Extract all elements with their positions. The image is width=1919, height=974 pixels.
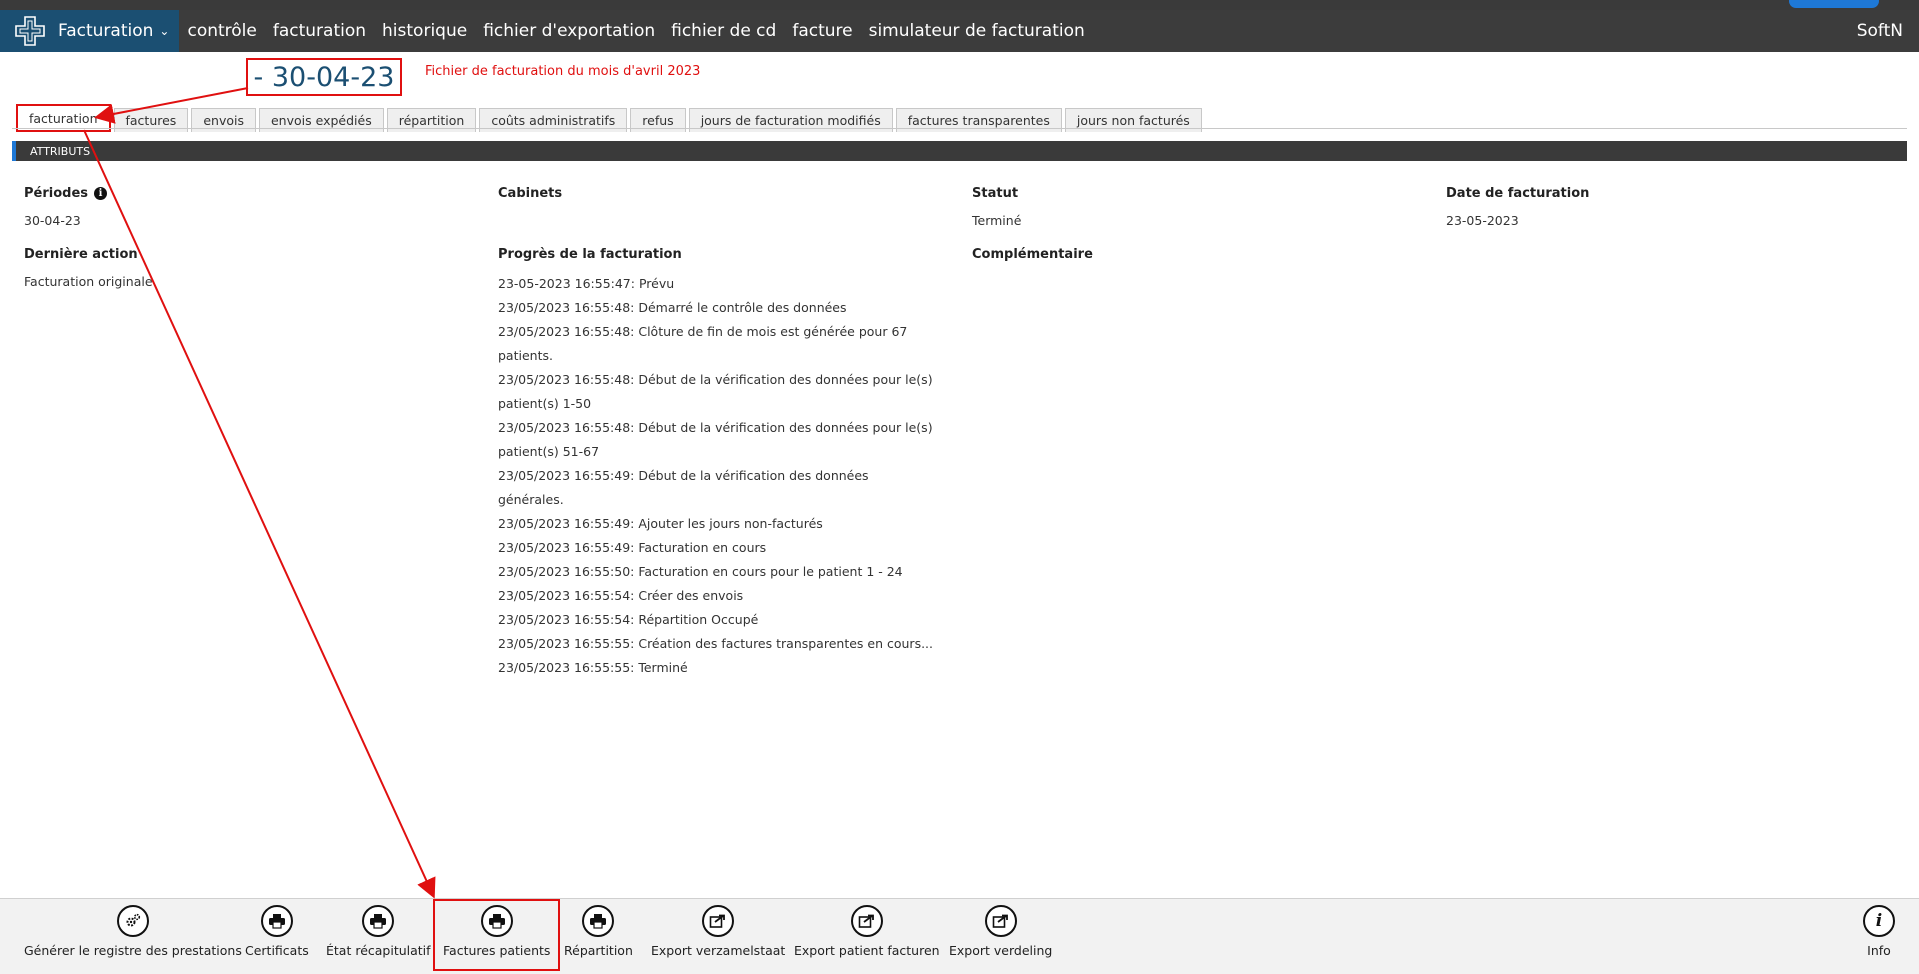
progress-log: 23-05-2023 16:55:47: Prévu 23/05/2023 16…	[498, 272, 938, 680]
footer-toolbar: Générer le registre des prestations Cert…	[0, 898, 1919, 974]
brand-label: Facturation	[58, 21, 154, 41]
page-title-date: - 30-04-23	[246, 58, 402, 96]
print-icon	[582, 905, 615, 937]
progress-entry: 23/05/2023 16:55:48: Démarré le contrôle…	[498, 300, 847, 315]
progress-entry: 23/05/2023 16:55:49: Facturation en cour…	[498, 540, 767, 555]
progress-entry: patient(s) 51-67	[498, 444, 600, 459]
derniere-action-label: Dernière action	[24, 247, 138, 262]
export-verzamelstaat-label: Export verzamelstaat	[651, 943, 786, 958]
user-menu[interactable]: SoftN	[1857, 10, 1903, 52]
app-logo-icon	[15, 16, 45, 46]
certificats-button[interactable]: Certificats	[245, 905, 309, 958]
progress-entry: 23/05/2023 16:55:55: Terminé	[498, 660, 688, 675]
date-facturation-label: Date de facturation	[1446, 186, 1590, 201]
nav-item-fichier-cd[interactable]: fichier de cd	[663, 21, 784, 41]
periodes-label: Périodes i	[24, 186, 108, 201]
nav-item-fichier-exportation[interactable]: fichier d'exportation	[475, 21, 663, 41]
etat-recapitulatif-button[interactable]: État récapitulatif	[326, 905, 431, 958]
export-verdeling-button[interactable]: Export verdeling	[949, 905, 1052, 958]
progress-entry: 23/05/2023 16:55:49: Début de la vérific…	[498, 468, 869, 507]
print-icon	[362, 905, 395, 937]
progress-entry: 23/05/2023 16:55:48: Clôture de fin de m…	[498, 324, 908, 363]
progress-entry: 23/05/2023 16:55:48: Début de la vérific…	[498, 420, 933, 435]
brand-menu[interactable]: Facturation ⌄	[0, 10, 180, 52]
date-facturation-value: 23-05-2023	[1446, 213, 1519, 228]
export-icon	[850, 905, 883, 937]
etat-recapitulatif-label: État récapitulatif	[326, 943, 431, 958]
annotation-arrow-to-button	[83, 129, 436, 899]
print-icon	[480, 905, 513, 937]
print-icon	[260, 905, 293, 937]
info-icon[interactable]: i	[94, 187, 108, 200]
repartition-button[interactable]: Répartition	[564, 905, 633, 958]
nav-item-controle[interactable]: contrôle	[179, 21, 264, 41]
export-patient-facturen-label: Export patient facturen	[794, 943, 940, 958]
generer-registre-button[interactable]: Générer le registre des prestations	[24, 905, 242, 958]
export-patient-facturen-button[interactable]: Export patient facturen	[794, 905, 940, 958]
gears-icon	[116, 905, 149, 937]
info-icon: i	[1863, 905, 1895, 937]
info-label: Info	[1867, 943, 1891, 958]
complementaire-label: Complémentaire	[972, 247, 1093, 262]
factures-patients-button[interactable]: Factures patients	[433, 899, 561, 971]
cabinets-label: Cabinets	[498, 186, 563, 201]
nav-item-facture[interactable]: facture	[784, 21, 860, 41]
nav-item-historique[interactable]: historique	[374, 21, 475, 41]
repartition-label: Répartition	[564, 943, 633, 958]
export-verzamelstaat-button[interactable]: Export verzamelstaat	[651, 905, 785, 958]
info-button[interactable]: i Info	[1863, 905, 1895, 958]
section-header: ATTRIBUTS	[12, 141, 1907, 161]
statut-label: Statut	[972, 186, 1019, 201]
progress-entry: patient(s) 1-50	[498, 396, 592, 411]
nav-item-facturation[interactable]: facturation	[265, 21, 374, 41]
periodes-value: 30-04-23	[24, 213, 81, 228]
progress-entry: 23-05-2023 16:55:47: Prévu	[498, 276, 675, 291]
progress-entry: 23/05/2023 16:55:48: Début de la vérific…	[498, 372, 933, 387]
derniere-action-value: Facturation originale	[24, 274, 153, 289]
generer-registre-label: Générer le registre des prestations	[24, 943, 242, 958]
export-verdeling-label: Export verdeling	[949, 943, 1053, 958]
user-name: SoftN	[1856, 21, 1903, 41]
progres-label: Progrès de la facturation	[498, 247, 682, 262]
chevron-down-icon: ⌄	[159, 24, 170, 38]
browser-top-strip	[0, 0, 1919, 10]
certificats-label: Certificats	[245, 943, 309, 958]
progress-entry: 23/05/2023 16:55:54: Répartition Occupé	[498, 612, 759, 627]
export-icon	[984, 905, 1017, 937]
factures-patients-label: Factures patients	[443, 943, 551, 958]
tabs-divider	[12, 128, 1907, 129]
progress-entry: 23/05/2023 16:55:50: Facturation en cour…	[498, 564, 903, 579]
browser-pill	[1789, 0, 1879, 8]
progress-entry: 23/05/2023 16:55:49: Ajouter les jours n…	[498, 516, 823, 531]
progress-entry: 23/05/2023 16:55:54: Créer des envois	[498, 588, 744, 603]
top-navbar: Facturation ⌄ contrôle facturation histo…	[0, 10, 1919, 52]
progress-entry: 23/05/2023 16:55:55: Création des factur…	[498, 636, 933, 651]
export-icon	[702, 905, 735, 937]
page-note: Fichier de facturation du mois d'avril 2…	[425, 64, 701, 79]
statut-value: Terminé	[972, 213, 1022, 228]
nav-item-simulateur[interactable]: simulateur de facturation	[861, 21, 1093, 41]
